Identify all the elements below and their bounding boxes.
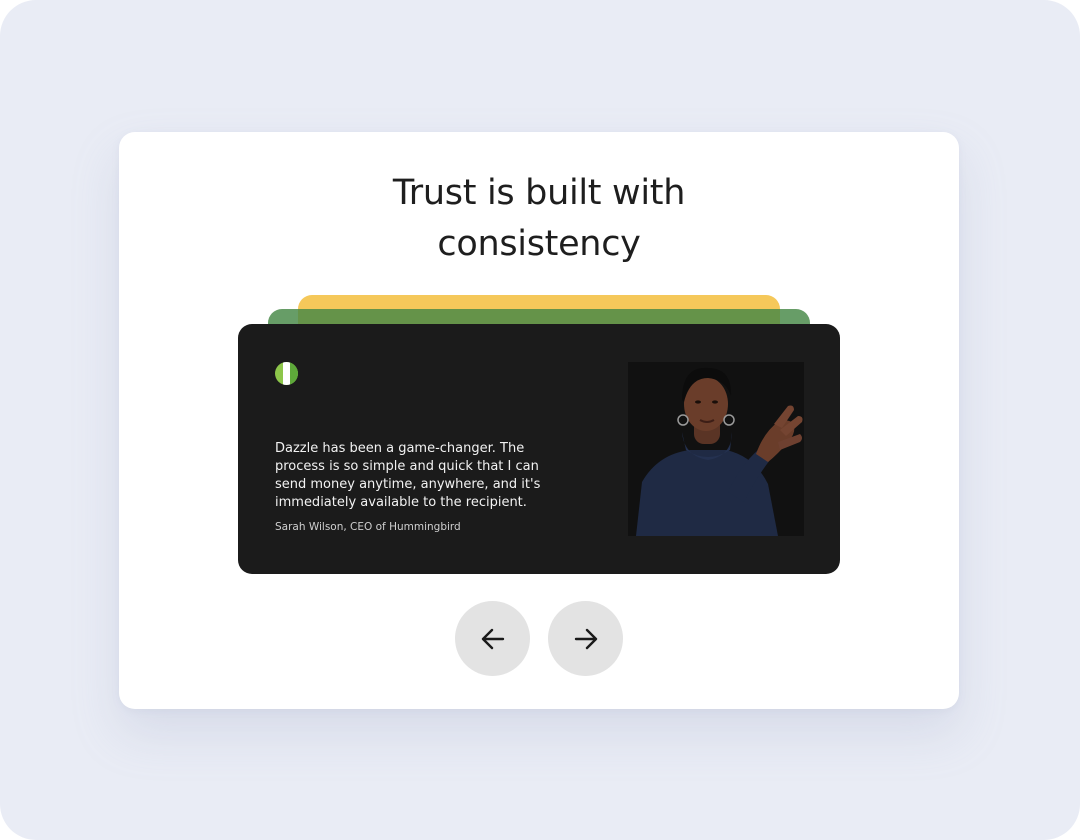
arrow-right-icon xyxy=(574,628,597,649)
section-title-line-1: Trust is built with xyxy=(392,173,686,213)
page-background: Trust is built with consistency Dazzle h… xyxy=(0,0,1080,840)
arrow-left-icon xyxy=(481,628,504,649)
author-portrait xyxy=(628,362,804,536)
testimonial-author: Sarah Wilson, CEO of Hummingbird xyxy=(275,521,461,533)
section-title-line-2: consistency xyxy=(437,224,641,264)
testimonial-card: Dazzle has been a game-changer. The proc… xyxy=(238,324,840,574)
testimonial-section: Trust is built with consistency Dazzle h… xyxy=(119,132,959,709)
next-testimonial-button[interactable] xyxy=(548,601,623,676)
testimonial-quote: Dazzle has been a game-changer. The proc… xyxy=(275,441,541,510)
company-logo-icon xyxy=(275,362,298,385)
section-title: Trust is built with consistency xyxy=(119,168,959,270)
previous-testimonial-button[interactable] xyxy=(455,601,530,676)
